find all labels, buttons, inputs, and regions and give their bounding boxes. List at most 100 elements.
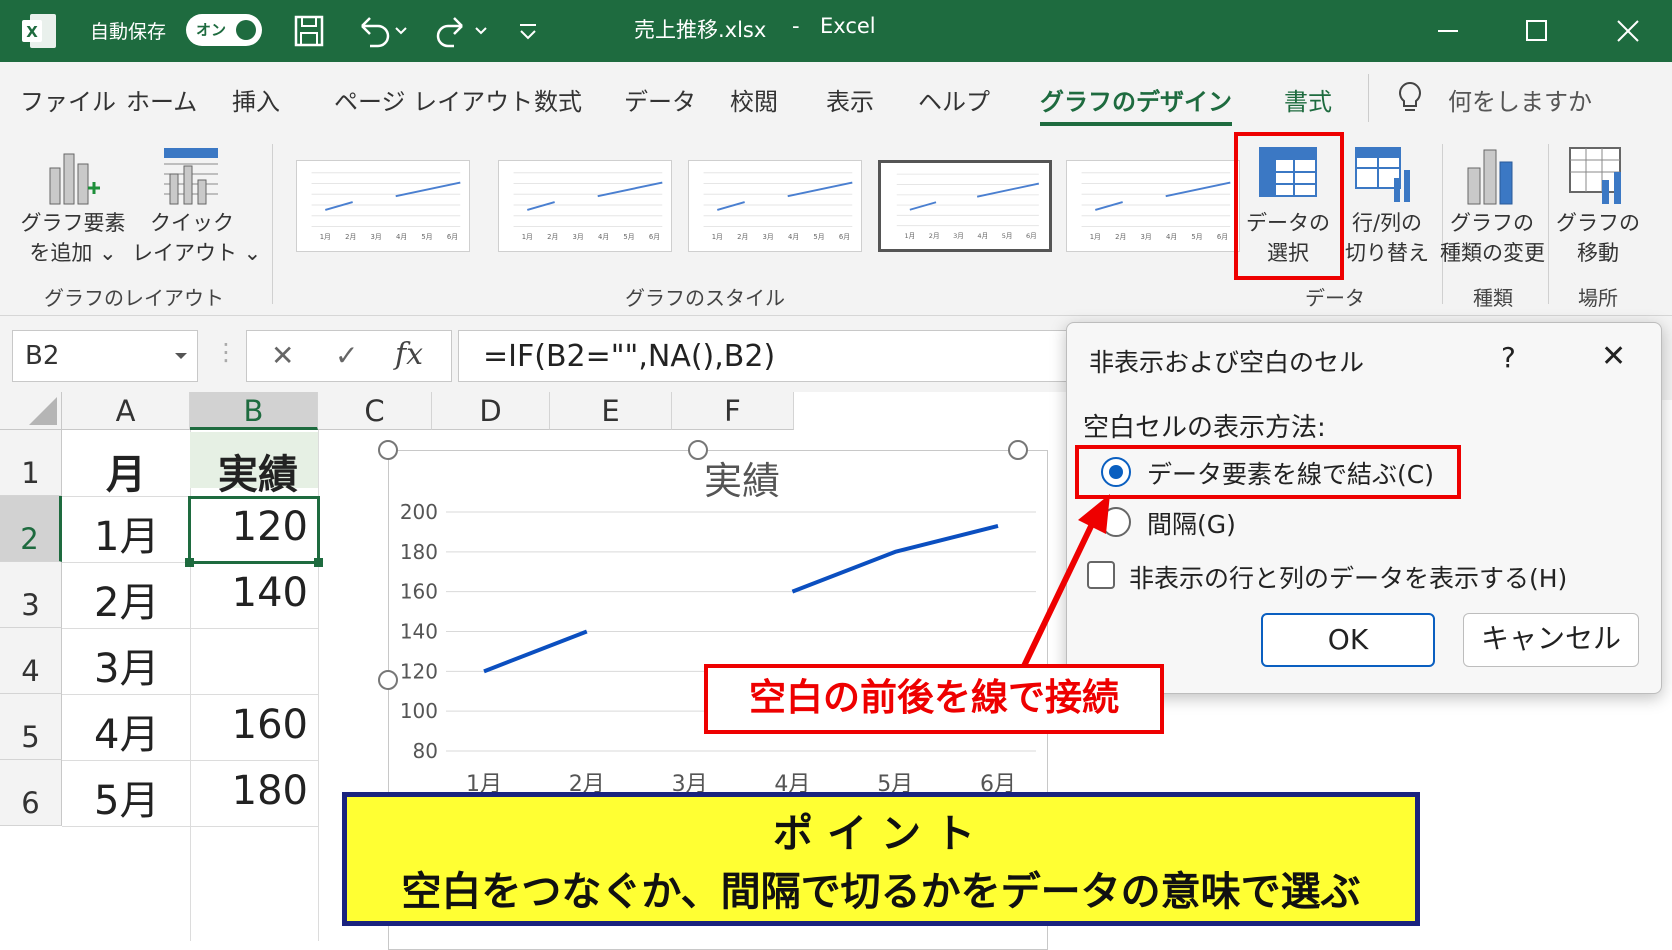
chart-style-3[interactable]: 1月 2月 3月 4月 5月 6月	[688, 160, 862, 252]
chart-style-4[interactable]: 1月 2月 3月 4月 5月 6月	[878, 160, 1052, 252]
select-all-corner[interactable]	[0, 392, 62, 430]
name-box[interactable]: B2	[12, 330, 198, 382]
confirm-entry-icon[interactable]: ✓	[335, 339, 358, 372]
lightbulb-icon	[1399, 81, 1421, 111]
undo-icon[interactable]	[354, 12, 412, 50]
group-label-styles: グラフのスタイル	[625, 286, 785, 310]
cell-A6[interactable]: 5月	[94, 768, 159, 826]
y-tick-label: 140	[400, 620, 438, 644]
y-tick-label: 200	[400, 500, 438, 524]
column-header-B[interactable]: B	[190, 392, 318, 430]
cancel-button[interactable]: キャンセル	[1463, 613, 1639, 667]
cancel-entry-icon[interactable]: ✕	[271, 339, 294, 372]
column-header-A[interactable]: A	[62, 392, 190, 430]
cell-B3[interactable]: 140	[232, 570, 308, 616]
tab-page-layout[interactable]: ページ レイアウト	[334, 82, 533, 117]
y-tick-label: 80	[413, 739, 438, 763]
row-header-3[interactable]: 3	[0, 562, 62, 628]
customize-toolbar-icon[interactable]	[510, 12, 546, 50]
tab-chart-design[interactable]: グラフのデザイン	[1040, 82, 1232, 117]
callout-label: 空白の前後を線で接続	[704, 664, 1164, 734]
column-header-D[interactable]: D	[432, 392, 550, 430]
show-hidden-data-label[interactable]: 非表示の行と列のデータを表示する(H)	[1129, 559, 1567, 595]
chart-resize-handle	[378, 440, 398, 460]
change-chart-type-icon	[1467, 149, 1513, 205]
y-tick-label: 100	[400, 699, 438, 723]
tab-file[interactable]: ファイル	[20, 82, 116, 117]
add-chart-element-label-1: グラフ要素	[20, 211, 126, 235]
save-icon[interactable]	[290, 12, 330, 50]
radio-connect-with-line[interactable]	[1101, 457, 1131, 487]
ok-button[interactable]: OK	[1261, 613, 1435, 667]
help-icon[interactable]: ?	[1501, 341, 1516, 374]
cell-B1[interactable]: 実績	[218, 442, 298, 500]
svg-text:X: X	[26, 23, 38, 41]
change-chart-type-button[interactable]: グラフの 種類の変更	[1440, 208, 1545, 268]
thumb-axis-label: 3月	[1141, 233, 1152, 241]
minimize-icon[interactable]	[1428, 12, 1468, 50]
chevron-down-icon[interactable]	[173, 349, 189, 363]
tab-format[interactable]: 書式	[1284, 82, 1332, 117]
maximize-icon[interactable]	[1516, 12, 1556, 50]
cell-A4[interactable]: 3月	[94, 636, 159, 694]
close-window-icon[interactable]	[1608, 12, 1648, 50]
cell-B5[interactable]: 160	[232, 702, 308, 748]
row-header-1[interactable]: 1	[0, 430, 62, 496]
radio-connect-with-line-label[interactable]: データ要素を線で結ぶ(C)	[1147, 455, 1434, 491]
point-banner: ポイント 空白をつなぐか、間隔で切るかをデータの意味で選ぶ	[342, 792, 1420, 926]
chart-style-1[interactable]: 1月 2月 3月 4月 5月 6月	[296, 160, 470, 252]
chart-resize-handle	[378, 670, 398, 690]
switch-row-column-icon	[1355, 147, 1410, 202]
tab-home[interactable]: ホーム	[126, 82, 197, 117]
redo-icon[interactable]	[434, 12, 492, 50]
cell-A5[interactable]: 4月	[94, 702, 159, 760]
thumb-axis-label: 6月	[649, 233, 660, 241]
radio-gaps-label[interactable]: 間隔(G)	[1147, 505, 1236, 541]
chart-resize-handle	[1008, 440, 1028, 460]
switch-row-column-button[interactable]: 行/列の 切り替え	[1340, 208, 1434, 268]
ribbon: グラフ要素 を追加 ⌄ クイック レイアウト ⌄ グラフのレイアウト 1月 2月 3…	[0, 132, 1672, 316]
cell-A3[interactable]: 2月	[94, 570, 159, 628]
tab-review[interactable]: 校閲	[730, 82, 778, 117]
row-header-2[interactable]: 2	[0, 496, 62, 562]
chart-style-5[interactable]: 1月 2月 3月 4月 5月 6月	[1066, 160, 1240, 252]
tab-insert[interactable]: 挿入	[232, 82, 280, 117]
cell-A2[interactable]: 1月	[94, 504, 159, 562]
column-header-E[interactable]: E	[550, 392, 672, 430]
thumb-axis-label: 3月	[953, 232, 964, 240]
tab-help[interactable]: ヘルプ	[918, 82, 990, 117]
tab-view[interactable]: 表示	[826, 82, 874, 117]
add-chart-element-button[interactable]: グラフ要素 を追加 ⌄	[14, 208, 132, 268]
chart-style-2[interactable]: 1月 2月 3月 4月 5月 6月	[498, 160, 672, 252]
thumb-axis-label: 4月	[598, 233, 609, 241]
add-chart-element-label-2: を追加 ⌄	[29, 241, 117, 265]
tab-data[interactable]: データ	[624, 82, 696, 117]
column-header-C[interactable]: C	[318, 392, 432, 430]
formula-input[interactable]: =IF(B2="",NA(),B2)	[458, 330, 1078, 382]
thumb-axis-label: 5月	[813, 233, 824, 241]
tell-me-search[interactable]: 何をしますか	[1448, 82, 1592, 117]
thumb-axis-label: 1月	[522, 233, 533, 241]
cell-B6[interactable]: 180	[232, 768, 308, 814]
row-header-5[interactable]: 5	[0, 694, 62, 760]
column-header-F[interactable]: F	[672, 392, 794, 430]
cell-A1[interactable]: 月	[106, 442, 146, 500]
formula-buttons: ✕ ✓ fx	[246, 330, 452, 382]
thumb-axis-label: 3月	[763, 233, 774, 241]
chart-style-preview: 1月 2月 3月 4月 5月 6月	[1081, 172, 1231, 241]
row-header-6[interactable]: 6	[0, 760, 62, 826]
chart-style-preview: 1月 2月 3月 4月 5月 6月	[513, 172, 663, 241]
autosave-toggle[interactable]: オン	[186, 14, 262, 46]
dialog-title: 非表示および空白のセル	[1089, 348, 1365, 377]
insert-function-icon[interactable]: fx	[395, 337, 423, 372]
move-chart-button[interactable]: グラフの 移動	[1550, 208, 1646, 268]
row-header-4[interactable]: 4	[0, 628, 62, 694]
thumb-axis-label: 3月	[573, 233, 584, 241]
autosave-state: オン	[196, 21, 227, 39]
close-icon[interactable]: ✕	[1601, 339, 1626, 374]
move-chart-label-1: グラフの	[1556, 211, 1640, 235]
quick-layout-button[interactable]: クイック レイアウト ⌄	[132, 208, 261, 268]
move-chart-label-2: 移動	[1577, 241, 1619, 265]
tab-formulas[interactable]: 数式	[534, 82, 582, 117]
point-text: 空白をつなぐか、間隔で切るかをデータの意味で選ぶ	[401, 869, 1361, 915]
